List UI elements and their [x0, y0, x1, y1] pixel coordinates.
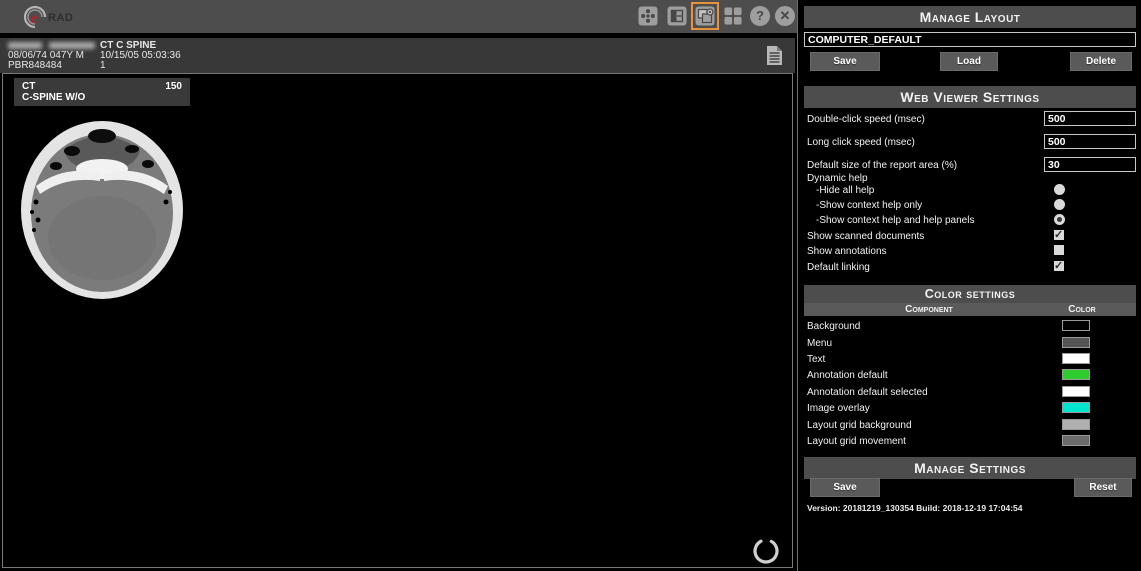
color-row-image-overlay-label: Image overlay [807, 403, 870, 414]
manage-settings-header: Manage Settings [804, 457, 1136, 479]
loading-spinner-icon [751, 536, 781, 566]
default-linking-label: Default linking [807, 262, 870, 273]
settings-reset-button[interactable]: Reset [1074, 478, 1132, 497]
ct-axial-image [14, 106, 190, 304]
color-settings-header: Color settings [804, 285, 1136, 303]
thumbnail-modality: CT [22, 81, 35, 92]
settings-save-button[interactable]: Save [810, 478, 880, 497]
dynamic-help-label: Dynamic help [807, 173, 868, 184]
screen-config-icon[interactable] [695, 6, 715, 26]
report-area-size-input[interactable] [1044, 157, 1136, 172]
show-scanned-documents-checkbox[interactable] [1054, 230, 1064, 240]
color-row-text-label: Text [807, 354, 825, 365]
svg-text:e: e [31, 10, 38, 27]
top-toolbar: e RAD ? ✕ [0, 0, 797, 33]
manage-layout-header: Manage Layout [804, 6, 1136, 28]
color-swatch-image-overlay[interactable] [1062, 402, 1090, 413]
double-click-speed-label: Double-click speed (msec) [807, 114, 925, 125]
svg-text:RAD: RAD [48, 12, 73, 24]
layout-delete-button[interactable]: Delete [1070, 52, 1132, 71]
color-swatch-menu[interactable] [1062, 337, 1090, 348]
patient-info-bar: 08/06/74 047Y M PBR848484 CT C SPINE 10/… [0, 38, 795, 73]
pan-tool-icon[interactable] [638, 6, 658, 26]
image-viewer-area: CT 150 C-SPINE W/O [2, 73, 793, 568]
color-swatch-grid-movement[interactable] [1062, 435, 1090, 446]
report-area-size-label: Default size of the report area (%) [807, 160, 957, 171]
layout-save-button[interactable]: Save [810, 52, 880, 71]
color-swatch-background[interactable] [1062, 320, 1090, 331]
close-icon[interactable]: ✕ [775, 6, 795, 26]
series-thumbnail[interactable]: CT 150 C-SPINE W/O [14, 78, 190, 304]
double-click-speed-input[interactable] [1044, 111, 1136, 126]
web-viewer-settings-header: Web Viewer Settings [804, 86, 1136, 108]
component-column-header: Component [804, 303, 1054, 316]
layout-name-input[interactable] [804, 32, 1136, 47]
series-number: 1 [100, 61, 181, 71]
show-context-help-only-label: -Show context help only [816, 200, 922, 211]
color-row-grid-background-label: Layout grid background [807, 420, 912, 431]
color-swatch-annotation-default[interactable] [1062, 369, 1090, 380]
thumbnail-series-description: C-SPINE W/O [22, 92, 182, 103]
color-column-header: Color [1052, 303, 1112, 316]
layout-load-button[interactable]: Load [940, 52, 998, 71]
show-context-help-only-radio[interactable] [1054, 199, 1065, 210]
hide-all-help-label: -Hide all help [816, 185, 874, 196]
show-context-help-panels-radio[interactable] [1054, 214, 1065, 225]
thumbnail-image-count: 150 [165, 81, 182, 92]
show-annotations-checkbox[interactable] [1054, 245, 1064, 255]
show-annotations-label: Show annotations [807, 246, 887, 257]
thumbnail-label: CT 150 C-SPINE W/O [14, 78, 190, 106]
color-swatch-grid-background[interactable] [1062, 419, 1090, 430]
color-row-annotation-selected-label: Annotation default selected [807, 387, 928, 398]
color-swatch-annotation-selected[interactable] [1062, 386, 1090, 397]
study-datetime: 10/15/05 05:03:36 [100, 51, 181, 61]
settings-panel: Manage Layout Save Load Delete Web Viewe… [797, 0, 1141, 571]
grid-layout-icon[interactable] [723, 6, 743, 26]
long-click-speed-label: Long click speed (msec) [807, 137, 915, 148]
show-context-help-panels-label: -Show context help and help panels [816, 215, 974, 226]
version-text: Version: 20181219_130354 Build: 2018-12-… [807, 503, 1022, 513]
show-scanned-documents-label: Show scanned documents [807, 231, 924, 242]
default-linking-checkbox[interactable] [1054, 261, 1064, 271]
color-row-background-label: Background [807, 321, 860, 332]
color-row-menu-label: Menu [807, 338, 832, 349]
patient-id: PBR848484 [8, 61, 95, 71]
color-row-grid-movement-label: Layout grid movement [807, 436, 906, 447]
color-table-header: Component Color [804, 303, 1136, 316]
help-icon[interactable]: ? [750, 6, 770, 26]
color-swatch-text[interactable] [1062, 353, 1090, 364]
long-click-speed-input[interactable] [1044, 134, 1136, 149]
scanned-document-icon[interactable] [766, 45, 783, 66]
color-row-annotation-default-label: Annotation default [807, 370, 888, 381]
split-layout-icon[interactable] [667, 6, 687, 26]
erad-logo: e RAD [24, 4, 134, 30]
hide-all-help-radio[interactable] [1054, 184, 1065, 195]
